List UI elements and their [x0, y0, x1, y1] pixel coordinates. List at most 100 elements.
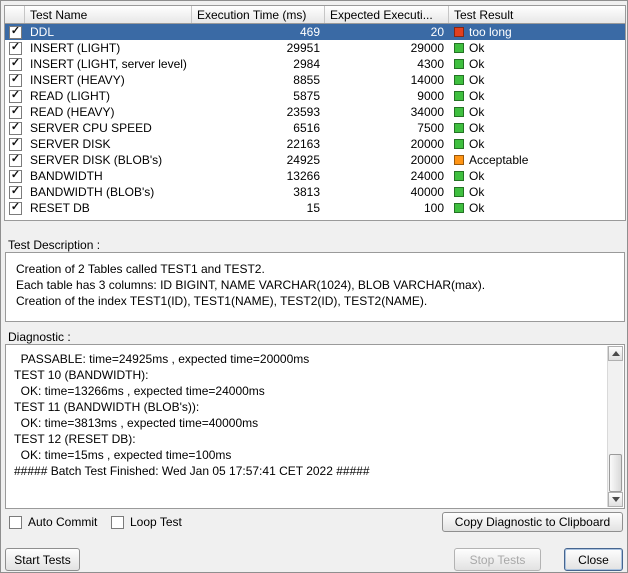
table-row[interactable]: RESET DB 15 100 Ok	[5, 200, 625, 216]
row-checkbox-cell	[5, 24, 25, 40]
test-name-cell: BANDWIDTH (BLOB's)	[25, 184, 192, 200]
table-row[interactable]: INSERT (LIGHT) 29951 29000 Ok	[5, 40, 625, 56]
test-name-cell: BANDWIDTH	[25, 168, 192, 184]
scroll-down-button[interactable]	[608, 492, 623, 507]
table-row[interactable]: SERVER DISK (BLOB's) 24925 20000 Accepta…	[5, 152, 625, 168]
column-header-test-result[interactable]: Test Result	[449, 6, 625, 23]
scroll-up-button[interactable]	[608, 346, 623, 361]
execution-time-cell: 23593	[192, 104, 325, 120]
test-name-cell: INSERT (LIGHT)	[25, 40, 192, 56]
test-name-cell: RESET DB	[25, 200, 192, 216]
status-icon	[454, 139, 464, 149]
expected-time-cell: 7500	[325, 120, 449, 136]
test-result-cell: Ok	[449, 184, 625, 200]
test-result-cell: Ok	[449, 120, 625, 136]
expected-time-cell: 20000	[325, 136, 449, 152]
result-text: Ok	[469, 57, 484, 71]
diagnostic-label: Diagnostic :	[8, 330, 71, 344]
test-result-cell: Ok	[449, 136, 625, 152]
execution-time-cell: 5875	[192, 88, 325, 104]
expected-time-cell: 20000	[325, 152, 449, 168]
row-checkbox-cell	[5, 136, 25, 152]
test-table: Test Name Execution Time (ms) Expected E…	[4, 5, 626, 221]
close-button[interactable]: Close	[564, 548, 623, 571]
row-checkbox[interactable]	[9, 58, 22, 71]
row-checkbox[interactable]	[9, 42, 22, 55]
expected-time-cell: 40000	[325, 184, 449, 200]
row-checkbox[interactable]	[9, 26, 22, 39]
row-checkbox-cell	[5, 168, 25, 184]
column-header-checkbox[interactable]	[5, 6, 25, 23]
test-name-cell: READ (LIGHT)	[25, 88, 192, 104]
status-icon	[454, 43, 464, 53]
row-checkbox[interactable]	[9, 138, 22, 151]
status-icon	[454, 203, 464, 213]
test-name-cell: READ (HEAVY)	[25, 104, 192, 120]
table-row[interactable]: INSERT (LIGHT, server level) 2984 4300 O…	[5, 56, 625, 72]
start-tests-button[interactable]: Start Tests	[5, 548, 80, 571]
row-checkbox-cell	[5, 72, 25, 88]
expected-time-cell: 100	[325, 200, 449, 216]
loop-test-checkbox[interactable]	[111, 516, 124, 529]
diagnostic-box: PASSABLE: time=24925ms , expected time=2…	[5, 344, 625, 509]
test-description-box: Creation of 2 Tables called TEST1 and TE…	[5, 252, 625, 322]
status-icon	[454, 187, 464, 197]
auto-commit-checkbox[interactable]	[9, 516, 22, 529]
table-row[interactable]: INSERT (HEAVY) 8855 14000 Ok	[5, 72, 625, 88]
table-row[interactable]: DDL 469 20 too long	[5, 24, 625, 40]
table-row[interactable]: SERVER DISK 22163 20000 Ok	[5, 136, 625, 152]
expected-time-cell: 34000	[325, 104, 449, 120]
result-text: Ok	[469, 73, 484, 87]
expected-time-cell: 29000	[325, 40, 449, 56]
column-header-expected-execution[interactable]: Expected Executi...	[325, 6, 449, 23]
test-name-cell: SERVER DISK (BLOB's)	[25, 152, 192, 168]
row-checkbox[interactable]	[9, 202, 22, 215]
execution-time-cell: 3813	[192, 184, 325, 200]
result-text: Ok	[469, 41, 484, 55]
execution-time-cell: 2984	[192, 56, 325, 72]
row-checkbox[interactable]	[9, 106, 22, 119]
table-body: DDL 469 20 too long INSERT (LIGHT) 29951…	[5, 24, 625, 216]
row-checkbox[interactable]	[9, 90, 22, 103]
table-row[interactable]: READ (HEAVY) 23593 34000 Ok	[5, 104, 625, 120]
stop-tests-button[interactable]: Stop Tests	[454, 548, 541, 571]
expected-time-cell: 14000	[325, 72, 449, 88]
test-name-cell: INSERT (LIGHT, server level)	[25, 56, 192, 72]
table-row[interactable]: BANDWIDTH 13266 24000 Ok	[5, 168, 625, 184]
status-icon	[454, 91, 464, 101]
row-checkbox[interactable]	[9, 154, 22, 167]
column-header-test-name[interactable]: Test Name	[25, 6, 192, 23]
copy-diagnostic-button[interactable]: Copy Diagnostic to Clipboard	[442, 512, 623, 532]
result-text: too long	[469, 25, 512, 39]
scroll-track[interactable]	[608, 361, 623, 492]
table-row[interactable]: READ (LIGHT) 5875 9000 Ok	[5, 88, 625, 104]
diagnostic-scrollbar[interactable]	[607, 346, 623, 507]
auto-commit-option: Auto Commit	[9, 515, 97, 529]
test-result-cell: too long	[449, 24, 625, 40]
status-icon	[454, 123, 464, 133]
column-header-execution-time[interactable]: Execution Time (ms)	[192, 6, 325, 23]
row-checkbox-cell	[5, 56, 25, 72]
row-checkbox-cell	[5, 88, 25, 104]
row-checkbox-cell	[5, 120, 25, 136]
table-row[interactable]: BANDWIDTH (BLOB's) 3813 40000 Ok	[5, 184, 625, 200]
scroll-thumb[interactable]	[609, 454, 622, 492]
row-checkbox[interactable]	[9, 122, 22, 135]
test-name-cell: INSERT (HEAVY)	[25, 72, 192, 88]
test-name-cell: SERVER CPU SPEED	[25, 120, 192, 136]
row-checkbox[interactable]	[9, 74, 22, 87]
execution-time-cell: 469	[192, 24, 325, 40]
auto-commit-label: Auto Commit	[28, 515, 97, 529]
row-checkbox-cell	[5, 200, 25, 216]
status-icon	[454, 155, 464, 165]
loop-test-label: Loop Test	[130, 515, 182, 529]
test-result-cell: Ok	[449, 88, 625, 104]
row-checkbox[interactable]	[9, 170, 22, 183]
test-result-cell: Ok	[449, 200, 625, 216]
test-result-cell: Ok	[449, 168, 625, 184]
diagnostic-text: PASSABLE: time=24925ms , expected time=2…	[6, 345, 607, 508]
test-description-label: Test Description :	[8, 238, 100, 252]
expected-time-cell: 20	[325, 24, 449, 40]
row-checkbox[interactable]	[9, 186, 22, 199]
table-row[interactable]: SERVER CPU SPEED 6516 7500 Ok	[5, 120, 625, 136]
